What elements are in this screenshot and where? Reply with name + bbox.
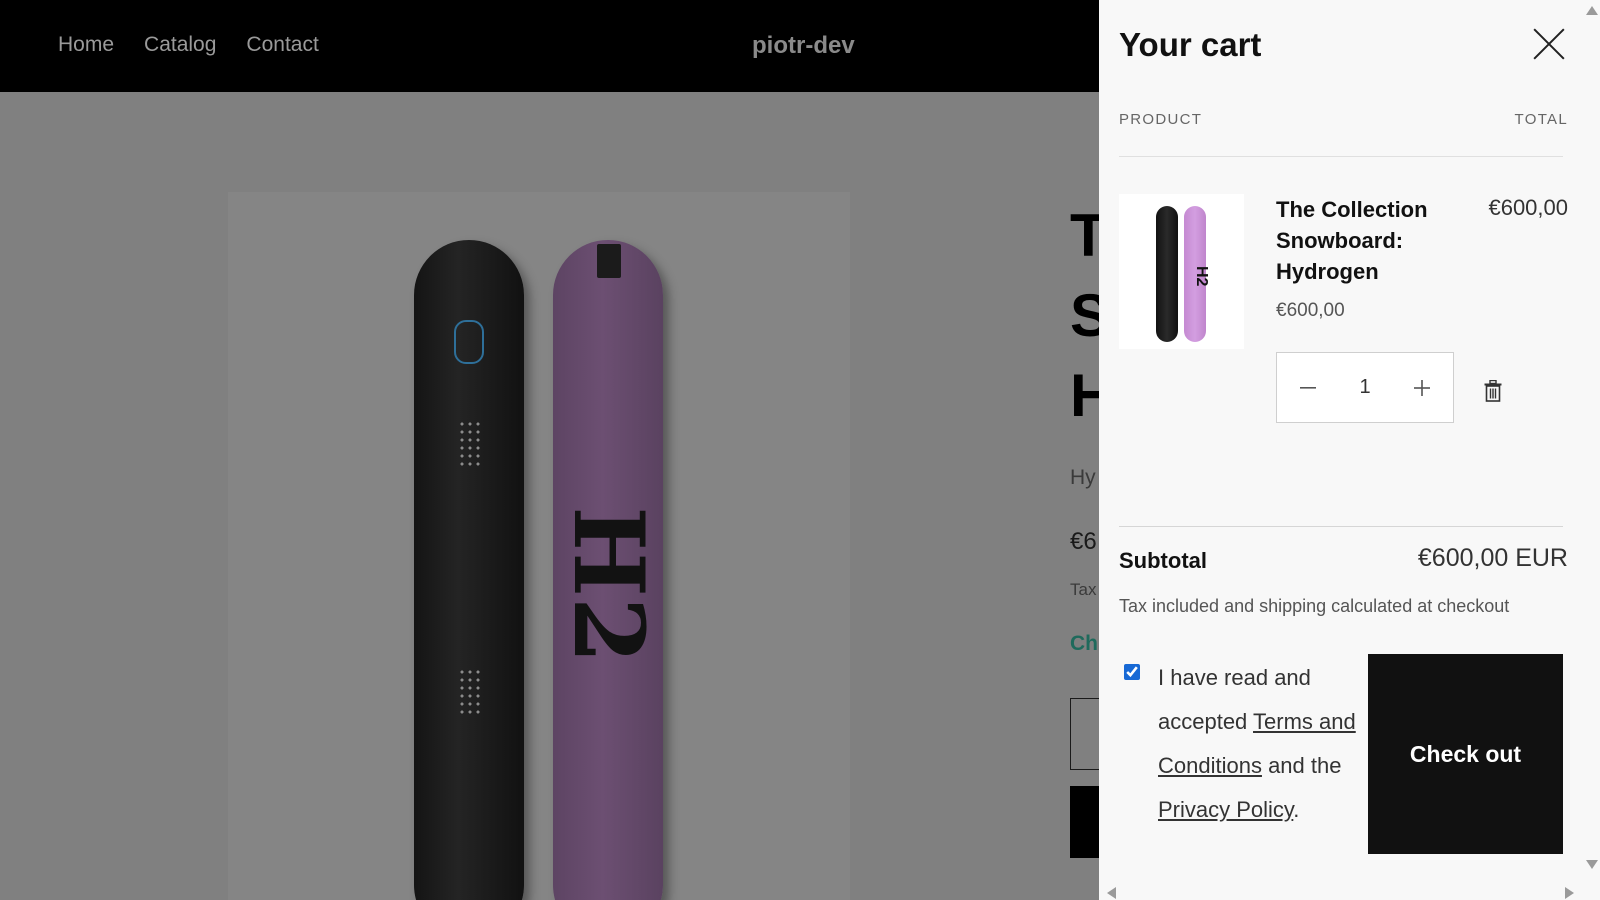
store-logo[interactable]: piotr-dev xyxy=(752,32,855,60)
scroll-down-icon[interactable] xyxy=(1586,860,1598,869)
product-vendor: Hy xyxy=(1070,466,1096,489)
horizontal-scrollbar[interactable] xyxy=(1099,884,1600,900)
quantity-input[interactable] xyxy=(1335,376,1395,399)
thumb-board-black xyxy=(1156,206,1178,342)
vertical-scrollbar[interactable] xyxy=(1584,0,1600,884)
plus-icon[interactable] xyxy=(1409,375,1435,401)
product-tax-note: Tax xyxy=(1070,580,1097,599)
binding-holes-bottom xyxy=(458,668,480,716)
column-header-total: TOTAL xyxy=(1514,111,1568,128)
terms-text: I have read and accepted Terms and Condi… xyxy=(1158,656,1368,832)
board-graphic: H2 xyxy=(552,506,665,664)
thumb-board-purple: H2 xyxy=(1184,206,1210,342)
minus-icon[interactable] xyxy=(1295,375,1321,401)
product-price: €6 xyxy=(1070,528,1097,555)
board-tag xyxy=(597,244,621,278)
nav-home-link[interactable]: Home xyxy=(58,33,114,57)
product-image: H2 xyxy=(228,192,850,900)
nav-catalog-link[interactable]: Catalog xyxy=(144,33,216,57)
product-shipping-link: Ch xyxy=(1070,632,1098,655)
tax-shipping-note: Tax included and shipping calculated at … xyxy=(1119,596,1510,616)
thumb-graphic: H2 xyxy=(1193,266,1210,287)
terms-suffix: . xyxy=(1293,797,1300,822)
subtotal-value: €600,00 EUR xyxy=(1417,544,1568,572)
snowboard-purple-image: H2 xyxy=(552,240,665,900)
scroll-left-icon[interactable] xyxy=(1107,887,1116,899)
cart-item-unit-price: €600,00 xyxy=(1276,300,1345,321)
terms-checkbox[interactable] xyxy=(1124,664,1140,680)
quantity-stepper xyxy=(1276,352,1454,423)
cart-title: Your cart xyxy=(1119,26,1262,63)
cart-item-thumbnail[interactable]: H2 xyxy=(1119,194,1244,349)
scroll-right-icon[interactable] xyxy=(1565,887,1574,899)
binding-holes-top xyxy=(458,420,480,468)
divider xyxy=(1119,526,1563,527)
close-icon[interactable] xyxy=(1533,28,1565,60)
main-nav: Home Catalog Contact xyxy=(58,33,319,57)
cart-drawer: Your cart PRODUCT TOTAL H2 The Collectio… xyxy=(1099,0,1600,900)
privacy-link[interactable]: Privacy Policy xyxy=(1158,797,1293,822)
cart-item-name[interactable]: The Collection Snowboard: Hydrogen xyxy=(1276,194,1446,287)
column-header-product: PRODUCT xyxy=(1119,111,1203,128)
cart-item-line-total: €600,00 xyxy=(1488,195,1568,220)
nav-contact-link[interactable]: Contact xyxy=(246,33,318,57)
trash-icon[interactable] xyxy=(1484,379,1502,402)
board-logo xyxy=(454,320,484,364)
terms-middle: and the xyxy=(1261,753,1342,778)
subtotal-label: Subtotal xyxy=(1119,548,1207,573)
snowboard-black-image xyxy=(414,240,524,900)
divider xyxy=(1119,156,1563,157)
checkout-button[interactable]: Check out xyxy=(1368,654,1563,854)
scroll-up-icon[interactable] xyxy=(1586,6,1598,15)
